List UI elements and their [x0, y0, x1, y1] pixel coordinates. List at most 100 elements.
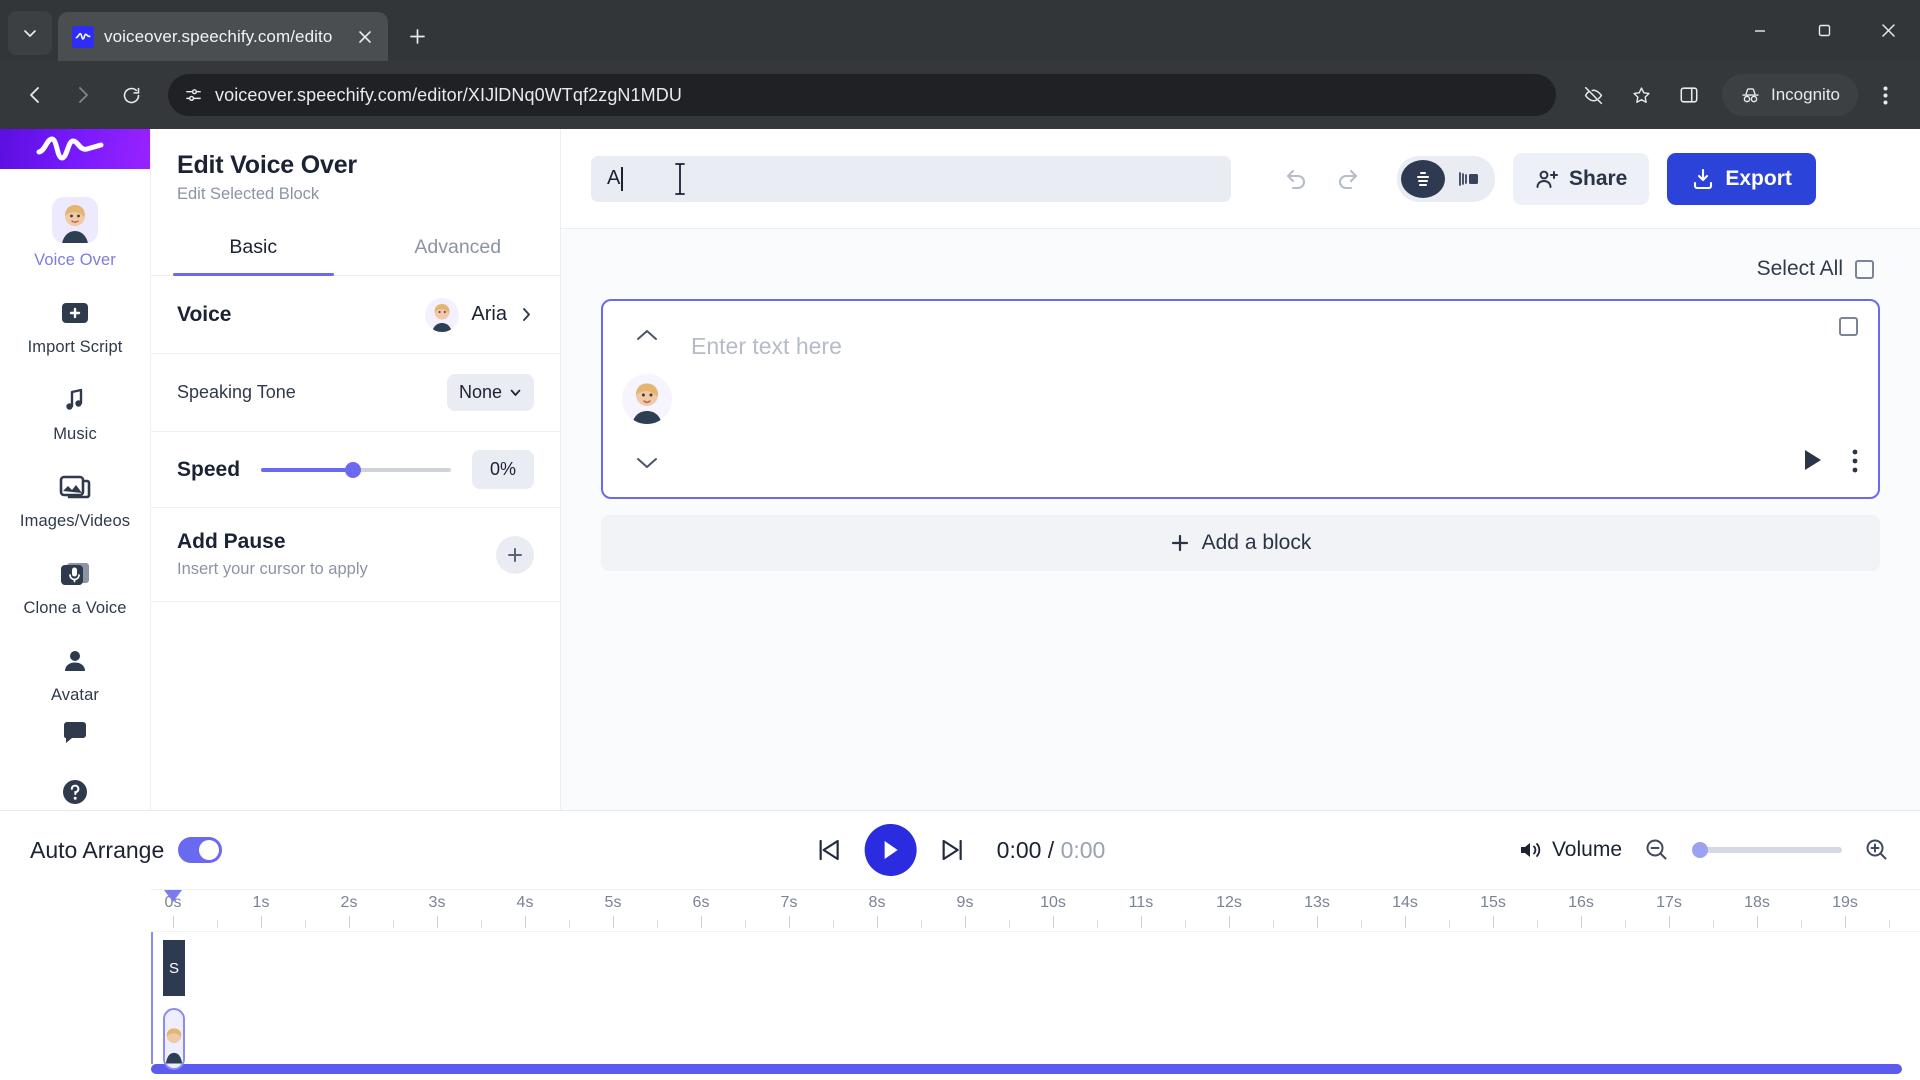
forward-arrow-icon[interactable] [62, 74, 104, 116]
person-icon [58, 644, 92, 678]
playhead-handle[interactable] [164, 890, 182, 902]
add-block-button[interactable]: Add a block [601, 515, 1880, 571]
zoom-slider[interactable] [1692, 842, 1842, 858]
list-view-icon[interactable] [1401, 159, 1445, 198]
music-note-icon [58, 383, 92, 417]
speed-value[interactable]: 0% [472, 450, 534, 489]
voice-selector[interactable]: Aria [425, 297, 534, 332]
ruler-tick-label: 2s [340, 894, 358, 911]
ruler-tick-line-minor [1537, 920, 1538, 928]
ruler-tick-line-minor [1009, 920, 1010, 928]
new-tab-button[interactable] [398, 17, 436, 55]
eye-off-icon[interactable] [1572, 74, 1614, 116]
slider-fill [261, 467, 353, 472]
chat-bubble-icon[interactable] [58, 715, 92, 749]
search-input[interactable]: A [591, 155, 1231, 202]
voice-avatar [425, 297, 460, 332]
skip-forward-icon[interactable] [939, 836, 967, 864]
tab-search-button[interactable] [8, 11, 52, 55]
sidebar-item-avatar[interactable]: Avatar [0, 632, 151, 715]
skip-back-icon[interactable] [815, 836, 843, 864]
ruler-tick-line-minor [1801, 920, 1802, 928]
minimize-icon[interactable] [1728, 0, 1792, 61]
ruler-tick-label: 12s [1216, 894, 1242, 911]
play-icon[interactable] [1802, 448, 1824, 477]
ruler-tick-label: 11s [1128, 894, 1154, 911]
speechify-wave-logo[interactable] [0, 129, 150, 169]
select-all-row[interactable]: Select All [601, 247, 1880, 299]
window-controls [1728, 0, 1920, 61]
side-panel-icon[interactable] [1668, 74, 1710, 116]
tab-basic[interactable]: Basic [151, 222, 356, 276]
ruler-tick-line-minor [1713, 920, 1714, 928]
browser-toolbar: voiceover.speechify.com/editor/XIJlDNq0W… [0, 61, 1920, 129]
sidebar-item-import-script[interactable]: Import Script [0, 284, 151, 367]
export-button[interactable]: Export [1667, 152, 1816, 205]
export-download-icon [1691, 167, 1715, 191]
select-all-checkbox[interactable] [1855, 259, 1874, 279]
close-icon[interactable] [352, 24, 378, 50]
zoom-in-icon[interactable] [1864, 837, 1890, 863]
add-pause-button[interactable] [496, 535, 534, 574]
address-bar[interactable]: voiceover.speechify.com/editor/XIJlDNq0W… [168, 74, 1556, 116]
redo-icon[interactable] [1327, 158, 1369, 200]
slider-knob[interactable] [344, 461, 361, 478]
block-actions [1802, 448, 1858, 477]
timeline-horizontal-scrollbar[interactable] [151, 1064, 1902, 1074]
site-settings-icon[interactable] [184, 86, 203, 105]
text-block[interactable]: Enter text here [601, 299, 1880, 499]
block-checkbox[interactable] [1839, 317, 1858, 336]
share-button[interactable]: Share [1513, 152, 1650, 205]
auto-arrange-control: Auto Arrange [30, 837, 223, 864]
window-close-icon[interactable] [1856, 0, 1920, 61]
speed-slider[interactable] [261, 460, 452, 480]
ruler-tick-line-minor [657, 920, 658, 928]
ruler-tick-label: 3s [428, 894, 446, 911]
back-arrow-icon[interactable] [14, 74, 56, 116]
ruler-tick-line [789, 916, 790, 928]
sidebar-item-voice-over[interactable]: Voice Over [0, 185, 151, 280]
chevron-up-icon[interactable] [636, 321, 658, 349]
reload-icon[interactable] [110, 74, 152, 116]
sidebar-item-images-videos[interactable]: Images/Videos [0, 458, 151, 541]
kebab-menu-icon[interactable] [1864, 74, 1906, 116]
speaking-tone-value: None [458, 382, 502, 402]
ruler-tick-line [525, 916, 526, 928]
timeline-ruler[interactable]: 0s 1s 2s 3s 4s 5s 6s 7s 8s 9s 10s 11s 12s 13s 14s 15s 16… [151, 889, 1920, 931]
ruler-tick-line-minor [833, 920, 834, 928]
editor-canvas: Select All Enter text here Add a block [561, 229, 1920, 810]
more-vertical-icon[interactable] [1852, 449, 1858, 477]
ruler-tick-line [877, 916, 878, 928]
star-icon[interactable] [1620, 74, 1662, 116]
chevron-down-icon[interactable] [636, 449, 658, 477]
auto-arrange-toggle[interactable] [178, 837, 223, 863]
add-pause-title: Add Pause [177, 530, 286, 553]
maximize-icon[interactable] [1792, 0, 1856, 61]
timeline-tracks[interactable]: S [151, 931, 1920, 1070]
edit-voice-over-panel: Edit Voice Over Edit Selected Block Basi… [151, 129, 561, 810]
timeline-text-clip[interactable]: S [163, 940, 185, 996]
timeline-voice-clip[interactable] [163, 1008, 185, 1070]
zoom-out-icon[interactable] [1644, 837, 1670, 863]
play-button[interactable] [864, 824, 917, 876]
split-view-icon[interactable] [1447, 160, 1491, 198]
ruler-tick-label: 10s [1040, 894, 1066, 911]
ruler-tick-line-minor [1361, 920, 1362, 928]
block-voice-avatar[interactable] [622, 374, 672, 424]
help-circle-icon[interactable] [58, 775, 92, 809]
sidebar-item-music[interactable]: Music [0, 371, 151, 454]
speaking-tone-select[interactable]: None [446, 374, 534, 411]
share-label: Share [1569, 166, 1628, 190]
tab-advanced[interactable]: Advanced [356, 222, 561, 275]
zoom-slider-knob[interactable] [1692, 842, 1708, 858]
incognito-indicator[interactable]: Incognito [1722, 74, 1858, 116]
volume-label: Volume [1551, 838, 1622, 861]
undo-icon[interactable] [1275, 158, 1317, 200]
ruler-tick-line [1845, 916, 1846, 928]
sidebar-item-label: Images/Videos [19, 512, 131, 530]
browser-tab[interactable]: voiceover.speechify.com/edito [58, 12, 388, 61]
timeline-controls: Auto Arrange 0:00 / 0:00 Volume [0, 811, 1920, 889]
volume-control[interactable]: Volume [1518, 838, 1622, 862]
block-text-area[interactable]: Enter text here [675, 315, 1798, 483]
sidebar-item-clone-a-voice[interactable]: Clone a Voice [0, 545, 151, 628]
